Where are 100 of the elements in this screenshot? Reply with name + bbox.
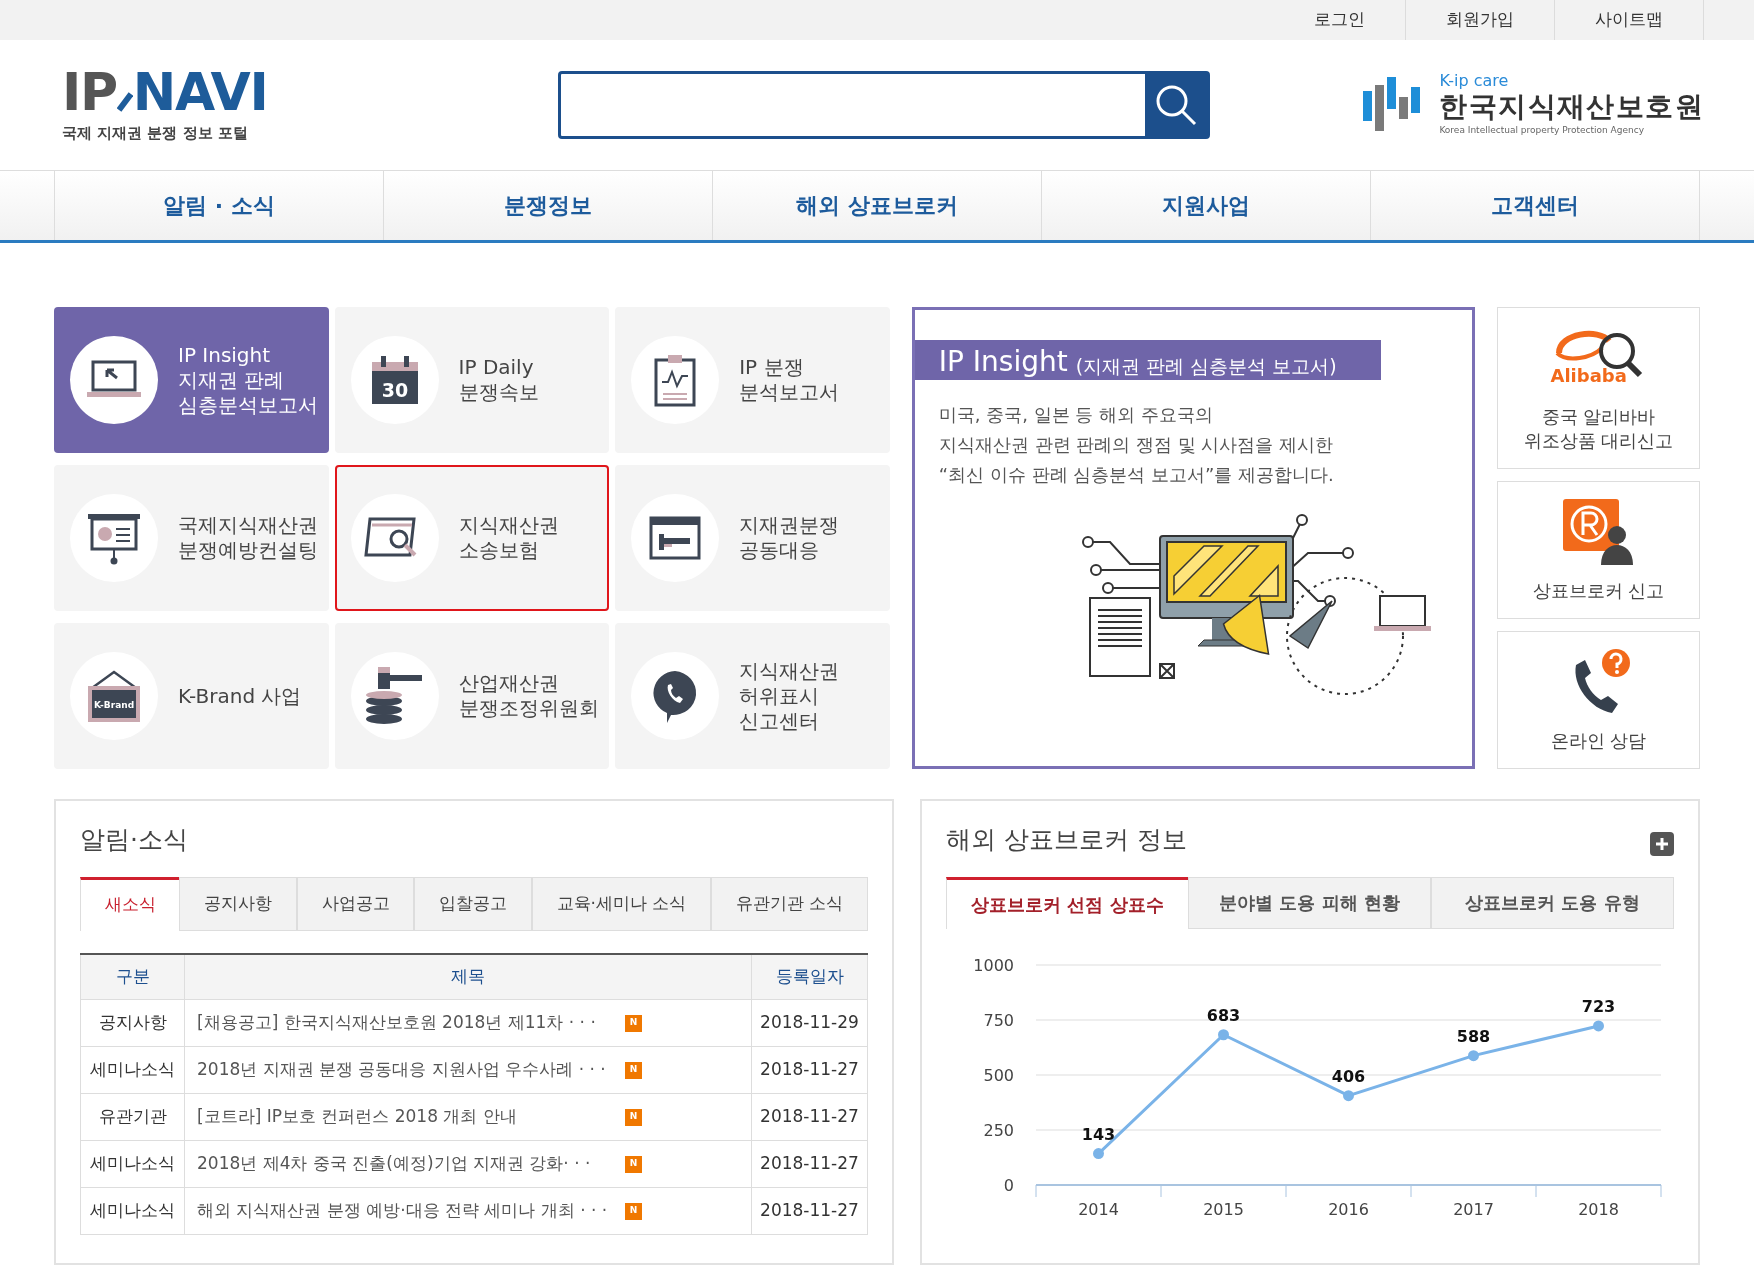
menu-tile[interactable]: 지식재산권 소송보험: [334, 465, 610, 611]
category-cell: 유관기관: [80, 1093, 185, 1141]
menu-tile[interactable]: 30 IP Daily 분쟁속보: [334, 307, 610, 453]
category-cell: 공지사항: [80, 999, 185, 1047]
insight-description: 미국, 중국, 일본 등 해외 주요국의: [938, 403, 1214, 427]
chart-tab[interactable]: 상표브로커 도용 유형: [1431, 876, 1674, 929]
data-label: 683: [1206, 1005, 1241, 1025]
y-tick-label: 750: [983, 1010, 1014, 1030]
search-button[interactable]: [1145, 74, 1207, 136]
x-tick-label: 2014: [1078, 1199, 1119, 1219]
site-logo[interactable]: IP NAVI 국제 지재권 분쟁 정보 포털: [62, 65, 362, 145]
tile-label: IP Insight: [178, 342, 272, 368]
tile-label: 산업재산권: [458, 671, 560, 696]
agency-english-name: Korea Intellectual property Protection Agency: [1439, 123, 1645, 137]
panel-title: 해외 상표브로커 정보: [946, 824, 1187, 856]
y-tick-label: 0: [1003, 1175, 1014, 1195]
alibaba-logo-text: Alibaba: [1550, 367, 1627, 385]
new-badge: N: [625, 1061, 642, 1079]
nav-item[interactable]: 해외 상표브로커: [712, 171, 1041, 240]
data-point: [1218, 1028, 1229, 1040]
data-label: 723: [1581, 996, 1616, 1016]
more-button[interactable]: [1650, 831, 1674, 856]
x-tick-label: 2018: [1578, 1199, 1619, 1219]
menu-tile[interactable]: 지식재산권 허위표시 신고센터: [615, 623, 890, 769]
insight-description: “최신 이슈 판례 심층분석 보고서”를 제공합니다.: [938, 463, 1335, 487]
agency-tag: K-ip care: [1439, 72, 1704, 89]
news-title-link[interactable]: 2018년 제4차 중국 진출(예정)기업 지재권 강화· · ·: [197, 1151, 613, 1177]
news-title-link[interactable]: [채용공고] 한국지식재산보호원 2018년 제11차 · · ·: [197, 1010, 613, 1036]
news-tab[interactable]: 새소식: [80, 876, 180, 931]
news-title-link[interactable]: [코트라] IP보호 컨퍼런스 2018 개최 안내: [197, 1104, 613, 1130]
laptop-icon: [85, 360, 143, 400]
column-header: 등록일자: [751, 953, 868, 1000]
data-point: [1468, 1049, 1479, 1061]
nav-item[interactable]: 지원사업: [1041, 171, 1370, 240]
agency-name: 한국지식재산보호원: [1439, 89, 1704, 124]
news-tab[interactable]: 입찰공고: [414, 876, 532, 931]
tile-label: 신고센터: [739, 708, 821, 734]
tile-label: 지재권분쟁: [739, 513, 840, 538]
menu-tile[interactable]: 산업재산권 분쟁조정위원회: [334, 623, 610, 769]
column-header: 제목: [184, 953, 752, 1000]
tile-label: 분쟁예방컨설팅: [178, 538, 318, 563]
y-tick-label: 250: [983, 1120, 1014, 1140]
tile-label: K-Brand 사업: [178, 683, 302, 709]
tile-label: IP 분쟁: [739, 355, 805, 380]
nav-item[interactable]: 분쟁정보: [383, 171, 712, 240]
top-link[interactable]: 사이트맵: [1555, 0, 1704, 40]
tile-label: 분쟁속보: [458, 380, 539, 405]
news-title-link[interactable]: 2018년 지재권 분쟁 공동대응 지원사업 우수사례 · · ·: [197, 1057, 613, 1083]
top-link[interactable]: 회원가입: [1406, 0, 1555, 40]
menu-tile[interactable]: IP Insight 지재권 판례 심층분석보고서: [54, 307, 329, 453]
new-badge: N: [625, 1108, 642, 1126]
news-tab[interactable]: 교육·세미나 소식: [531, 876, 712, 931]
data-label: 588: [1456, 1026, 1491, 1046]
date-cell: 2018-11-27: [751, 1140, 868, 1188]
browser-window-icon: [649, 516, 702, 560]
tile-label: 분쟁조정위원회: [458, 696, 599, 721]
logo-text: IP: [62, 65, 117, 118]
category-cell: 세미나소식: [80, 1046, 185, 1094]
news-tab[interactable]: 공지사항: [179, 876, 297, 931]
nav-item[interactable]: 고객센터: [1370, 171, 1699, 240]
quick-link-card[interactable]: 온라인 상담: [1497, 631, 1700, 769]
plus-icon: [1655, 836, 1669, 851]
tile-label: IP Daily: [458, 355, 535, 380]
tile-label: 심층분석보고서: [178, 392, 318, 418]
new-badge: N: [625, 1155, 642, 1173]
top-link[interactable]: 로그인: [1274, 0, 1406, 40]
category-cell: 세미나소식: [80, 1187, 185, 1235]
quick-link-card[interactable]: Alibaba 중국 알리바바 위조상품 대리신고: [1497, 307, 1700, 469]
menu-tile[interactable]: IP 분쟁 분석보고서: [615, 307, 890, 453]
x-tick-label: 2017: [1453, 1199, 1494, 1219]
date-cell: 2018-11-27: [751, 1046, 868, 1094]
chart-tab[interactable]: 상표브로커 선점 상표수: [946, 876, 1188, 929]
menu-tile[interactable]: 국제지식재산권 분쟁예방컨설팅: [54, 465, 329, 611]
x-tick-label: 2016: [1328, 1199, 1369, 1219]
date-cell: 2018-11-29: [751, 999, 868, 1047]
news-tab[interactable]: 유관기관 소식: [711, 876, 869, 931]
quick-link-label: 중국 알리바바: [1541, 405, 1656, 429]
news-title-link[interactable]: 해외 지식재산권 분쟁 예방·대응 전략 세미나 개최 · · ·: [197, 1198, 613, 1224]
quick-link-card[interactable]: 상표브로커 신고: [1497, 481, 1700, 619]
category-cell: 세미나소식: [80, 1140, 185, 1188]
nav-item[interactable]: 알림 · 소식: [55, 171, 383, 240]
new-badge: N: [625, 1014, 642, 1032]
insight-subtitle: (지재권 판례 심층분석 보고서): [1075, 357, 1337, 376]
tile-label: 지재권 판례: [178, 367, 286, 393]
menu-tile[interactable]: K-Brand K-Brand 사업: [54, 623, 329, 769]
chart-tab[interactable]: 분야별 도용 피해 현황: [1188, 876, 1431, 929]
insight-description: 지식재산권 관련 판례의 쟁점 및 시사점을 제시한: [938, 433, 1335, 457]
new-badge: N: [625, 1202, 642, 1220]
insight-title: IP Insight: [938, 348, 1068, 376]
x-tick-label: 2015: [1203, 1199, 1244, 1219]
data-point: [1093, 1147, 1104, 1159]
quick-link-label: 위조상품 대리신고: [1523, 429, 1674, 453]
search-icon: [1154, 83, 1198, 127]
news-tab[interactable]: 사업공고: [296, 876, 415, 931]
data-point: [1343, 1089, 1354, 1101]
quick-link-label: 상표브로커 신고: [1532, 579, 1665, 603]
search-field[interactable]: [558, 71, 1210, 139]
menu-tile[interactable]: 지재권분쟁 공동대응: [615, 465, 890, 611]
panel-title: 알림·소식: [80, 825, 188, 854]
tile-label: 공동대응: [739, 538, 821, 563]
